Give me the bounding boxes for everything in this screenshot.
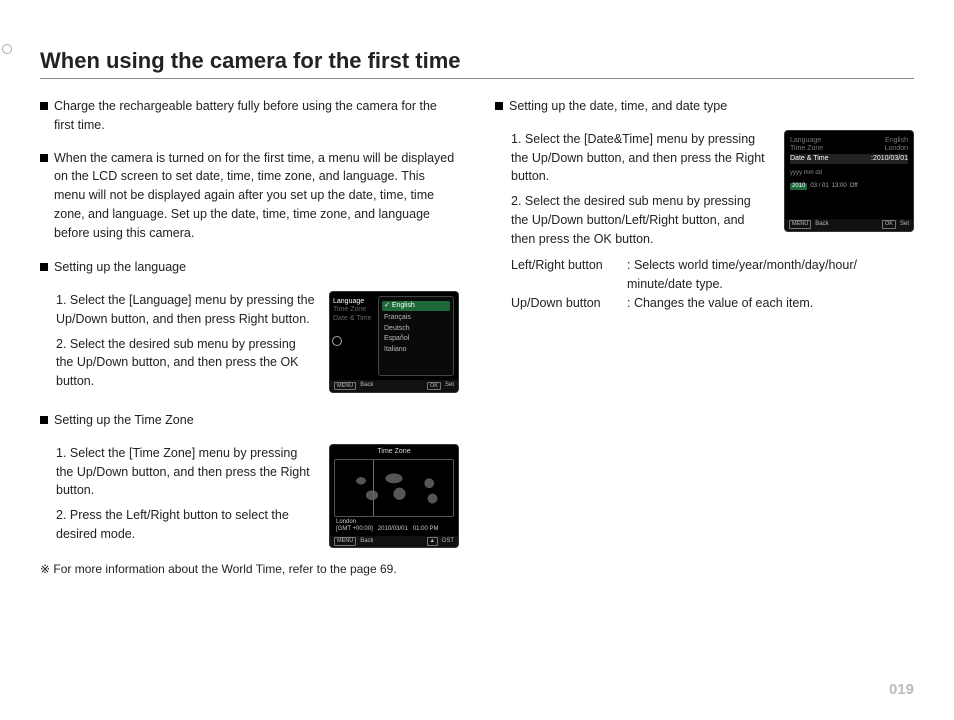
content-columns: Charge the rechargeable battery fully be… [40, 97, 914, 578]
lcd-tz-title: Time Zone [330, 445, 458, 459]
bullet-2: When the camera is turned on for the fir… [40, 149, 459, 243]
title-rule [40, 78, 914, 79]
lcd-datetime-screenshot: Language English Time Zone London Date &… [784, 130, 914, 232]
menu-tag: MENU [334, 382, 356, 391]
back-label: Back [360, 538, 373, 545]
tz-info: London [GMT +00:00] 2010/03/01 01:00 PM [330, 517, 458, 535]
lang-step-1: 1. Select the [Language] menu by pressin… [40, 291, 315, 329]
lcd-footer: MENU Back OK Set [785, 219, 913, 231]
year-selected: 2010 [790, 183, 807, 190]
lang-option: Italiano [382, 345, 450, 355]
back-label: Back [815, 221, 828, 228]
tz-section-head: Setting up the Time Zone [40, 411, 459, 430]
gear-icon [332, 336, 342, 346]
square-bullet-icon [40, 154, 48, 162]
lcd-menu-timezone: Time Zone [333, 306, 375, 314]
ud-button-label: Up/Down button [511, 294, 627, 313]
back-label: Back [360, 382, 373, 389]
lang-block: 1. Select the [Language] menu by pressin… [40, 291, 459, 393]
dt-steps: 1. Select the [Date&Time] menu by pressi… [495, 130, 770, 249]
lang-option: Deutsch [382, 324, 450, 334]
left-column: Charge the rechargeable battery fully be… [40, 97, 459, 578]
dt-block: 1. Select the [Date&Time] menu by pressi… [495, 130, 914, 249]
dt-section-head: Setting up the date, time, and date type [495, 97, 914, 116]
lang-option: Français [382, 313, 450, 323]
lcd-footer: MENU Back ▲ DST [330, 536, 458, 548]
lang-section-head: Setting up the language [40, 258, 459, 277]
lang-steps: 1. Select the [Language] menu by pressin… [40, 291, 315, 393]
bullet-2-text: When the camera is turned on for the fir… [54, 149, 459, 243]
up-tag: ▲ [427, 537, 438, 546]
lcd-menu-datetime: Date & Time [333, 315, 375, 323]
lang-step-2: 2. Select the desired sub menu by pressi… [40, 335, 315, 391]
tz-steps: 1. Select the [Time Zone] menu by pressi… [40, 444, 315, 548]
dst-label: DST [442, 538, 454, 545]
menu-tag: MENU [789, 220, 811, 229]
bullet-1-text: Charge the rechargeable battery fully be… [54, 97, 459, 135]
tz-block: 1. Select the [Time Zone] menu by pressi… [40, 444, 459, 548]
page-number: 019 [889, 681, 914, 698]
dt-section-title: Setting up the date, time, and date type [509, 97, 727, 116]
lcd-language-screenshot: Language Time Zone Date & Time ✓ English… [329, 291, 459, 393]
lcd-row-timezone: Time Zone London [790, 145, 908, 153]
ok-tag: OK [882, 220, 896, 229]
square-bullet-icon [40, 263, 48, 271]
ud-button-text: : Changes the value of each item. [627, 294, 914, 313]
dt-step-1: 1. Select the [Date&Time] menu by pressi… [495, 130, 770, 186]
lcd-row-language: Language English [790, 137, 908, 145]
tz-step-2: 2. Press the Left/Right button to select… [40, 506, 315, 544]
set-label: Set [445, 382, 454, 389]
tz-section-title: Setting up the Time Zone [54, 411, 194, 430]
dt-step-2: 2. Select the desired sub menu by pressi… [495, 192, 770, 248]
lang-option: Español [382, 334, 450, 344]
world-map-icon [334, 459, 454, 517]
square-bullet-icon [40, 416, 48, 424]
set-label: Set [900, 221, 909, 228]
lcd-date-row: 2010 03 / 01 13:00 Off [790, 183, 908, 190]
lang-section-title: Setting up the language [54, 258, 186, 277]
square-bullet-icon [40, 102, 48, 110]
button-descriptions: Left/Right button : Selects world time/y… [495, 256, 914, 312]
lcd-timezone-screenshot: Time Zone London [GMT +00:00] 2010/03/01… [329, 444, 459, 548]
ok-tag: OK [427, 382, 441, 391]
lr-button-text: : Selects world time/year/month/day/hour… [627, 256, 914, 294]
lr-button-label: Left/Right button [511, 256, 627, 294]
square-bullet-icon [495, 102, 503, 110]
lcd-row-datetime: Date & Time :2010/03/01 [790, 154, 908, 164]
worldtime-note: ※ For more information about the World T… [40, 560, 459, 578]
tz-step-1: 1. Select the [Time Zone] menu by pressi… [40, 444, 315, 500]
page-title: When using the camera for the first time [40, 48, 914, 74]
right-column: Setting up the date, time, and date type… [495, 97, 914, 578]
lcd-footer: MENU Back OK Set [330, 380, 458, 392]
menu-tag: MENU [334, 537, 356, 546]
bullet-1: Charge the rechargeable battery fully be… [40, 97, 459, 135]
lcd-menu-language: Language [333, 298, 375, 306]
lcd-date-format: yyyy mm dd [790, 170, 908, 177]
lang-option-selected: ✓ English [382, 301, 450, 311]
